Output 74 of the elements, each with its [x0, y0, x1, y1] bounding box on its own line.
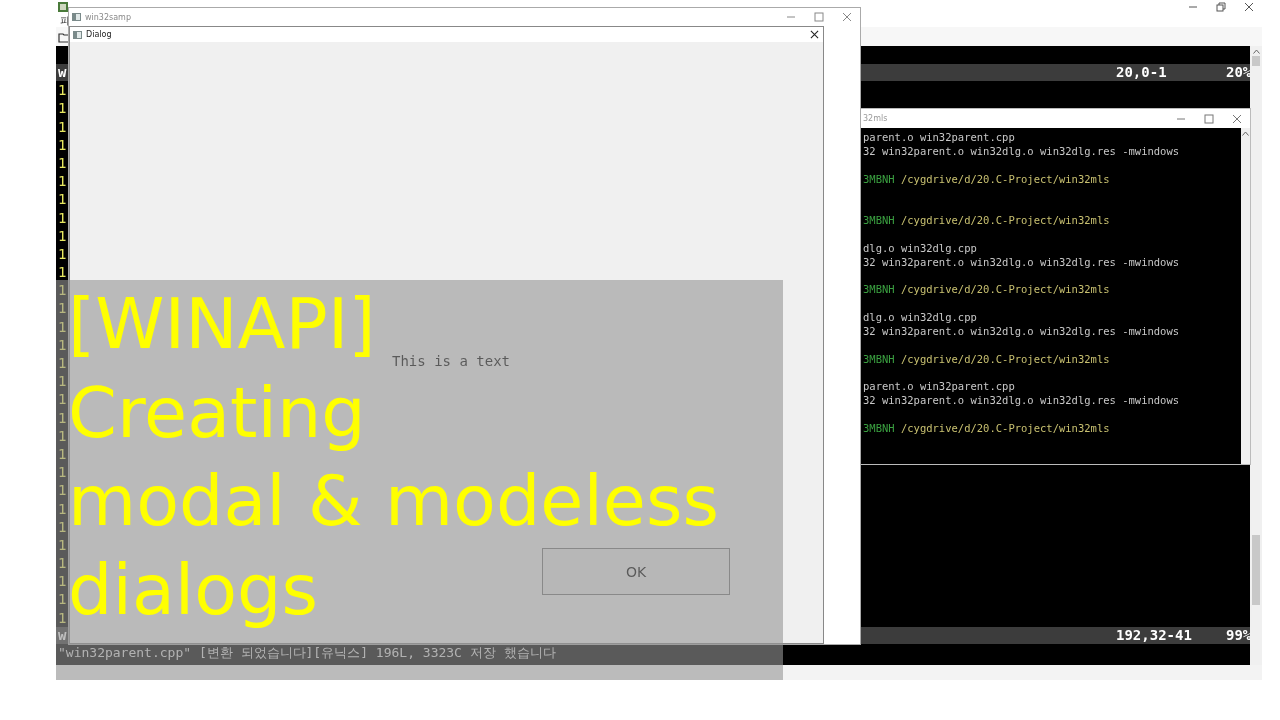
terminal-line: 32 win32parent.o win32dlg.o win32dlg.res -mwindows [863, 324, 1180, 337]
line-number: 1 [58, 573, 67, 590]
window-title: 32mls [862, 114, 888, 123]
cursor-position: 192,32-41 [1116, 626, 1193, 644]
scroll-up-icon[interactable] [1242, 131, 1249, 136]
line-number: 1 [58, 136, 67, 153]
cursor-position: 20,0-1 [1116, 64, 1168, 82]
prompt-host: 3MBNH [863, 172, 895, 185]
line-number: 1 [58, 118, 67, 135]
line-number: 1 [58, 300, 67, 317]
line-number: 1 [58, 536, 67, 553]
line-number: 1 [58, 191, 67, 208]
line-number: 1 [58, 500, 67, 517]
line-number: 1 [58, 591, 67, 608]
app-icon [72, 13, 81, 21]
line-number: 1 [58, 427, 67, 444]
prompt-path: /cygdrive/d/20.C-Project/win32mls [900, 214, 1110, 227]
line-number: 1 [58, 282, 67, 299]
prompt-host: 3MBNH [863, 214, 895, 227]
terminal-line: 32 win32parent.o win32dlg.o win32dlg.res -mwindows [863, 394, 1180, 407]
prompt-host: 3MBNH [863, 421, 895, 434]
message-line: "win32parent.cpp" [변환 되었습니다][유닉스] 196L, 3323C 저장 했습니다 [58, 644, 556, 660]
static-text: This is a text [392, 353, 510, 369]
prompt-path: /cygdrive/d/20.C-Project/win32mls [900, 283, 1110, 296]
scroll-percent: 20% [1226, 64, 1250, 82]
terminal-line: dlg.o win32dlg.cpp [863, 241, 977, 254]
close-icon[interactable] [810, 30, 819, 39]
prompt-host: 3MBNH [863, 352, 895, 365]
line-number: 1 [58, 154, 67, 171]
video-title: dialogs [68, 549, 318, 630]
prompt-path: /cygdrive/d/20.C-Project/win32mls [900, 352, 1110, 365]
scroll-percent: 99% [1226, 626, 1250, 644]
terminal-line: parent.o win32parent.cpp [863, 131, 1015, 143]
open-folder-icon[interactable] [58, 30, 70, 43]
line-number: 1 [58, 227, 67, 244]
video-title: modal & modeless [68, 461, 719, 542]
line-number: 1 [58, 245, 67, 262]
prompt-host: 3MBNH [863, 283, 895, 296]
terminal-line: parent.o win32parent.cpp [863, 380, 1015, 393]
line-number: 1 [58, 555, 67, 572]
line-number: 1 [58, 264, 67, 281]
terminal-line: 32 win32parent.o win32dlg.o win32dlg.res -mwindows [863, 144, 1180, 157]
line-number: 1 [58, 209, 67, 226]
restore-icon[interactable] [1216, 2, 1226, 12]
app-icon [73, 30, 82, 39]
app-icon [58, 2, 68, 12]
terminal-line: 32 win32parent.o win32dlg.o win32dlg.res -mwindows [863, 255, 1180, 268]
line-number: 1 [58, 355, 67, 371]
video-title: Creating [68, 372, 366, 453]
line-number: 1 [58, 609, 67, 626]
line-number: 1 [58, 336, 67, 353]
line-number: 1 [58, 445, 67, 462]
status-file-name: w [58, 64, 67, 82]
line-number: 1 [58, 464, 67, 481]
line-number: 1 [58, 318, 67, 335]
prompt-path: /cygdrive/d/20.C-Project/win32mls [900, 172, 1110, 185]
line-number: 1 [58, 482, 67, 499]
line-number: 1 [58, 373, 67, 390]
line-number: 1 [58, 173, 67, 190]
prompt-path: /cygdrive/d/20.C-Project/win32mls [900, 421, 1110, 434]
line-number: 1 [58, 82, 67, 99]
window-title: win32samp [85, 12, 131, 22]
line-number: 1 [58, 518, 67, 535]
maximize-icon[interactable] [1204, 113, 1214, 124]
status-file-name: w [58, 626, 67, 644]
video-title: [WINAPI] [68, 284, 376, 365]
line-number: 1 [58, 409, 67, 426]
line-number: 1 [58, 391, 67, 408]
scroll-up-icon[interactable] [1252, 49, 1260, 54]
close-icon[interactable] [1244, 2, 1254, 12]
line-number: 1 [58, 100, 67, 117]
terminal-line: dlg.o win32dlg.cpp [863, 310, 977, 323]
maximize-icon[interactable] [814, 12, 824, 22]
window-title: Dialog [86, 30, 112, 39]
